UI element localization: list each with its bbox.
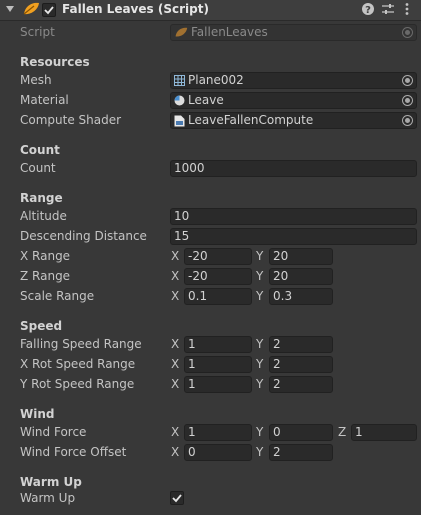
descending-distance-input[interactable]: 15	[170, 228, 417, 245]
x-rot-speed-y-input[interactable]: 2	[269, 356, 333, 373]
y-axis-label: Y	[256, 289, 264, 303]
warm-up-label: Warm Up	[20, 491, 76, 505]
wind-force-offset-y-input[interactable]: 2	[269, 444, 333, 461]
section-warm-up: Warm Up	[20, 475, 82, 489]
checkmark-icon	[44, 6, 54, 15]
scale-range-y-input[interactable]: 0.3	[269, 288, 333, 305]
context-menu-icon[interactable]	[400, 2, 414, 16]
material-field[interactable]: Leave	[170, 92, 417, 109]
section-count: Count	[20, 143, 60, 157]
x-range-x-input[interactable]: -20	[184, 248, 252, 265]
falling-speed-range-label: Falling Speed Range	[20, 337, 142, 351]
leaf-script-icon	[23, 2, 39, 15]
presets-icon[interactable]	[381, 2, 395, 16]
component-enabled-checkbox[interactable]	[42, 3, 56, 17]
object-picker-icon[interactable]	[402, 115, 413, 126]
compute-shader-field[interactable]: LeaveFallenCompute	[170, 112, 417, 129]
compute-shader-label: Compute Shader	[20, 113, 122, 127]
mesh-icon	[174, 75, 185, 86]
y-axis-label: Y	[256, 425, 264, 439]
script-field: FallenLeaves	[170, 24, 417, 41]
component-header: Fallen Leaves (Script) ?	[0, 0, 421, 21]
x-axis-label: X	[171, 445, 180, 459]
y-rot-speed-range-label: Y Rot Speed Range	[20, 377, 135, 391]
z-range-label: Z Range	[20, 269, 71, 283]
mesh-field[interactable]: Plane002	[170, 72, 417, 89]
x-axis-label: X	[171, 269, 180, 283]
checkmark-icon	[172, 494, 182, 503]
x-axis-label: X	[171, 337, 180, 351]
x-rot-speed-range-label: X Rot Speed Range	[20, 357, 136, 371]
altitude-input[interactable]: 10	[170, 208, 417, 225]
object-picker-icon[interactable]	[402, 95, 413, 106]
mesh-value: Plane002	[188, 73, 244, 87]
mesh-label: Mesh	[20, 73, 52, 87]
wind-force-offset-label: Wind Force Offset	[20, 445, 127, 459]
y-axis-label: Y	[256, 445, 264, 459]
section-resources: Resources	[20, 55, 90, 69]
section-wind: Wind	[20, 407, 55, 421]
svg-text:?: ?	[365, 5, 371, 16]
falling-speed-y-input[interactable]: 2	[269, 336, 333, 353]
component-title: Fallen Leaves (Script)	[62, 2, 209, 16]
material-icon	[174, 95, 185, 106]
x-range-label: X Range	[20, 249, 71, 263]
wind-force-offset-x-input[interactable]: 0	[184, 444, 252, 461]
y-axis-label: Y	[256, 337, 264, 351]
section-range: Range	[20, 191, 63, 205]
z-range-x-input[interactable]: -20	[184, 268, 252, 285]
count-input[interactable]: 1000	[170, 160, 417, 177]
material-value: Leave	[188, 93, 224, 107]
y-rot-speed-y-input[interactable]: 2	[269, 376, 333, 393]
compute-shader-value: LeaveFallenCompute	[188, 113, 314, 127]
scale-range-x-input[interactable]: 0.1	[184, 288, 252, 305]
wind-force-label: Wind Force	[20, 425, 87, 439]
y-axis-label: Y	[256, 377, 264, 391]
wind-force-x-input[interactable]: 1	[184, 424, 252, 441]
material-label: Material	[20, 93, 69, 107]
y-axis-label: Y	[256, 357, 264, 371]
count-label: Count	[20, 161, 56, 175]
section-speed: Speed	[20, 319, 63, 333]
z-range-y-input[interactable]: 20	[269, 268, 333, 285]
script-label: Script	[20, 25, 55, 39]
foldout-arrow-icon[interactable]	[6, 5, 14, 13]
x-axis-label: X	[171, 377, 180, 391]
leaf-script-icon	[175, 27, 188, 37]
falling-speed-x-input[interactable]: 1	[184, 336, 252, 353]
altitude-label: Altitude	[20, 209, 67, 223]
script-value: FallenLeaves	[191, 25, 268, 39]
wind-force-z-input[interactable]: 1	[351, 424, 417, 441]
x-range-y-input[interactable]: 20	[269, 248, 333, 265]
scale-range-label: Scale Range	[20, 289, 95, 303]
x-axis-label: X	[171, 289, 180, 303]
help-icon[interactable]: ?	[361, 2, 375, 16]
object-picker-icon	[402, 27, 413, 38]
x-rot-speed-x-input[interactable]: 1	[184, 356, 252, 373]
compute-shader-icon	[174, 115, 185, 126]
wind-force-y-input[interactable]: 0	[269, 424, 333, 441]
y-axis-label: Y	[256, 249, 264, 263]
x-axis-label: X	[171, 249, 180, 263]
x-axis-label: X	[171, 425, 180, 439]
y-rot-speed-x-input[interactable]: 1	[184, 376, 252, 393]
z-axis-label: Z	[338, 425, 347, 439]
descending-distance-label: Descending Distance	[20, 229, 147, 243]
warm-up-checkbox[interactable]	[170, 491, 184, 505]
y-axis-label: Y	[256, 269, 264, 283]
x-axis-label: X	[171, 357, 180, 371]
object-picker-icon[interactable]	[402, 75, 413, 86]
